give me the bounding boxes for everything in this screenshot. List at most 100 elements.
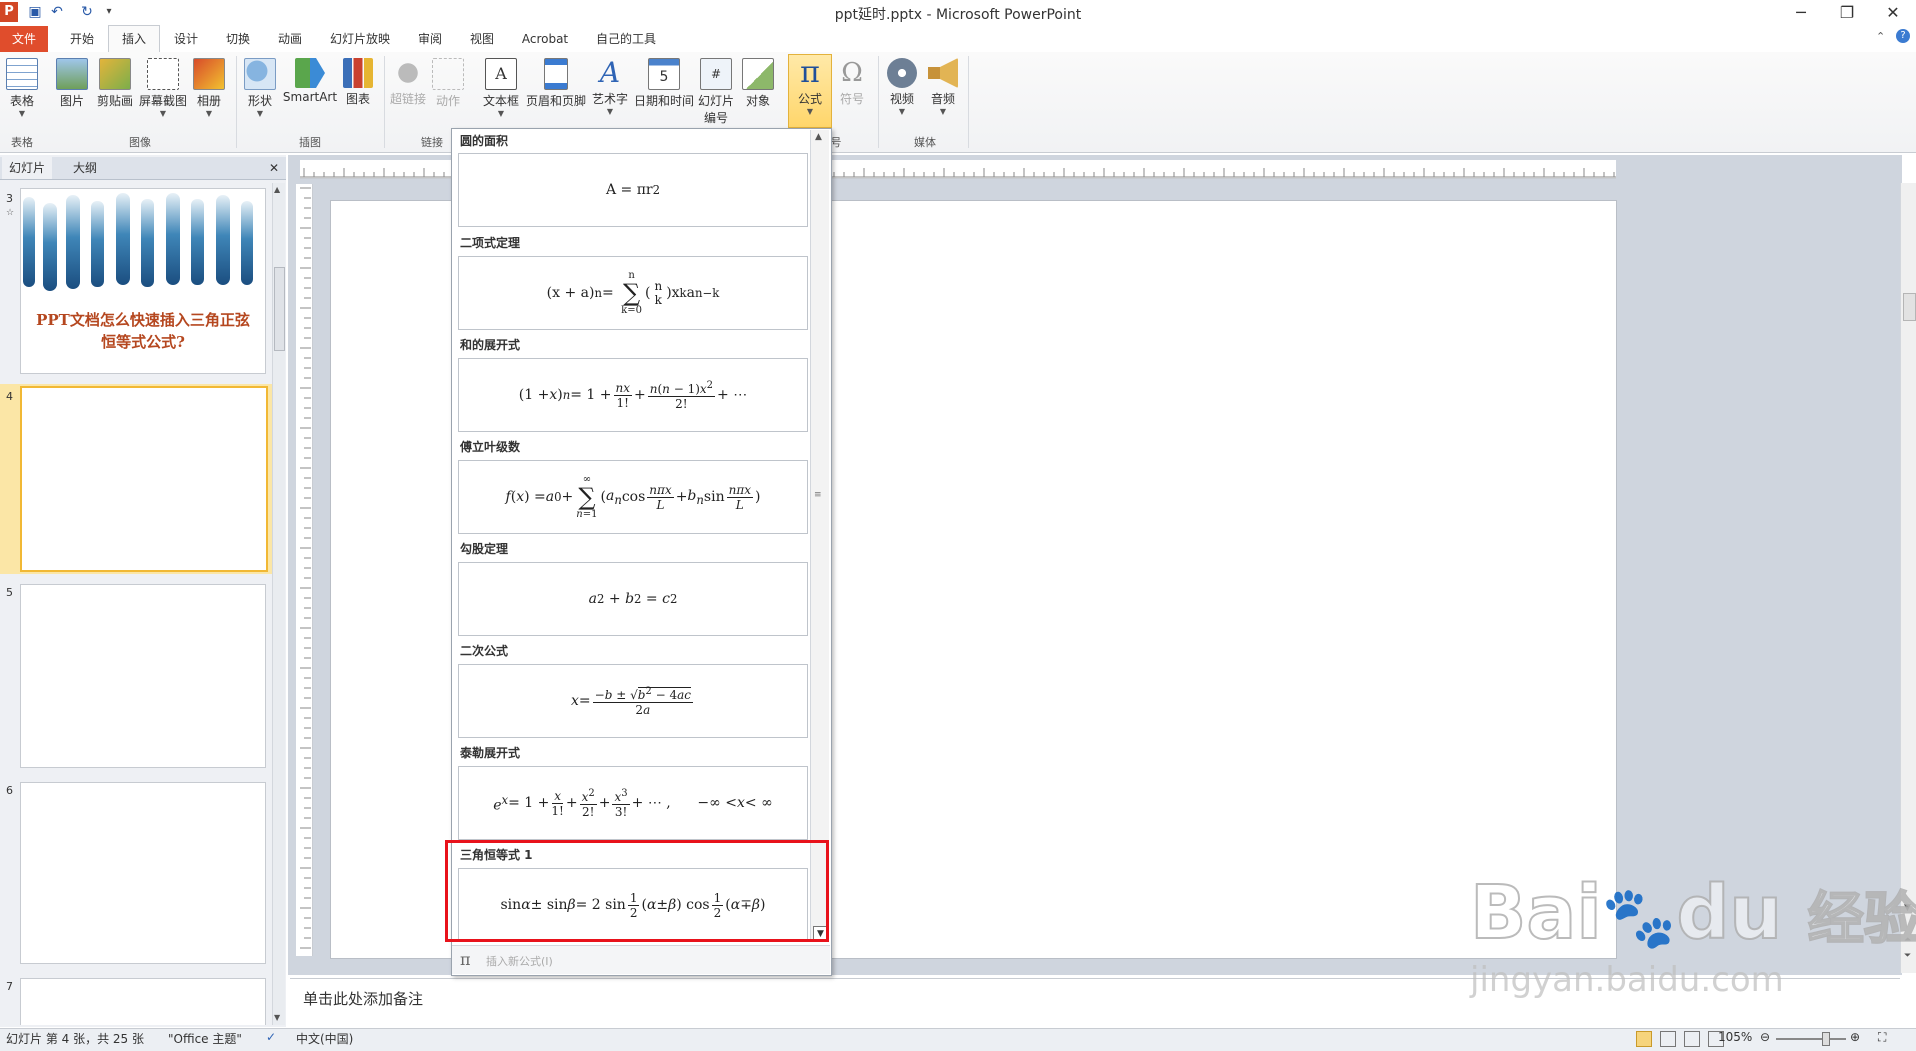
action-icon (432, 58, 464, 90)
video-button[interactable]: 视频 ▼ (884, 58, 920, 116)
tab-view[interactable]: 视图 (458, 26, 506, 52)
chart-button[interactable]: 图表 (342, 58, 374, 107)
restore-button[interactable]: ❐ (1824, 0, 1870, 26)
equation-button[interactable]: π 公式 ▼ (790, 58, 830, 117)
tab-file[interactable]: 文件 (0, 26, 48, 52)
insert-new-equation[interactable]: π 插入新公式(I) (452, 945, 830, 974)
header-footer-button[interactable]: 页眉和页脚 (524, 58, 588, 109)
wordart-button[interactable]: A 艺术字 ▼ (590, 58, 630, 117)
film-reel-icon (887, 58, 917, 88)
zoom-in-icon[interactable]: ⊕ (1850, 1030, 1860, 1044)
slides-panel-tabs: 幻灯片 大纲 ✕ (0, 157, 286, 180)
group-label-illustrations: 插图 (299, 136, 321, 149)
tab-transitions[interactable]: 切换 (214, 26, 262, 52)
watermark-brand-2: du (1675, 869, 1783, 957)
pi-icon: π (460, 950, 471, 969)
equation-header: 和的展开式 (460, 338, 521, 352)
spellcheck-icon[interactable]: ✓ (266, 1030, 276, 1044)
notes-placeholder[interactable]: 单击此处添加备注 (303, 988, 423, 1009)
tab-review[interactable]: 审阅 (406, 26, 454, 52)
scroll-up-icon[interactable]: ▲ (815, 132, 822, 142)
textbox-button[interactable]: A 文本框 ▼ (480, 58, 522, 118)
tab-acrobat[interactable]: Acrobat (512, 26, 578, 52)
slide-number-button[interactable]: # 幻灯片 编号 (696, 58, 736, 126)
zoom-slider[interactable] (1776, 1038, 1846, 1040)
normal-view-icon[interactable] (1636, 1031, 1652, 1047)
group-label-media: 媒体 (914, 136, 936, 149)
scroll-up-icon[interactable]: ▲ (274, 185, 280, 194)
object-button[interactable]: 对象 (742, 58, 774, 109)
tab-slideshow[interactable]: 幻灯片放映 (320, 26, 400, 52)
slide-thumbnail-selected[interactable] (20, 386, 268, 572)
audio-button[interactable]: 音频 ▼ (926, 58, 960, 116)
close-button[interactable]: ✕ (1870, 0, 1916, 26)
zoom-out-icon[interactable]: ⊖ (1760, 1030, 1770, 1044)
tab-animations[interactable]: 动画 (266, 26, 314, 52)
tab-design[interactable]: 设计 (162, 26, 210, 52)
hyperlink-button[interactable]: 超链接 (388, 58, 428, 107)
equation-taylor-expansion[interactable]: ex = 1 + x 1! + x2 2! + x3 3! + ⋯ , −∞ < x < ∞ (458, 766, 808, 840)
clipart-icon (99, 58, 131, 90)
slide-number: 7 (6, 980, 13, 993)
hyperlink-icon (393, 58, 423, 88)
scroll-thumb[interactable] (274, 267, 285, 351)
equation-quadratic-formula[interactable]: x = −b ± √b2 − 4ac 2a (458, 664, 808, 738)
theme-status[interactable]: "Office 主题" (168, 1030, 242, 1047)
equation-label: 公式 (797, 92, 822, 106)
shapes-button[interactable]: 形状 ▼ (244, 58, 276, 118)
thumbnails-scrollbar[interactable]: ▲ ▼ (272, 183, 285, 1025)
slide-number: 4 (6, 390, 13, 403)
slide-thumbnail[interactable] (20, 978, 266, 1025)
collapse-ribbon-icon[interactable]: ⌃ (1876, 30, 1885, 43)
slide-thumbnail[interactable] (20, 584, 266, 768)
equation-fourier-series[interactable]: f(x) = a0 + ∞ ∑ n=1(an cos nπx L + bn sin nπx L) (458, 460, 808, 534)
fit-to-window-icon[interactable]: ⛶ (1878, 1030, 1886, 1045)
tab-slides[interactable]: 幻灯片 (2, 157, 52, 179)
equation-header: 傅立叶级数 (460, 440, 521, 454)
slide-scrollbar[interactable]: ▼ ⏶ ⏷ (1900, 183, 1916, 973)
reading-view-icon[interactable] (1684, 1031, 1700, 1047)
scroll-grip-icon: ≡ (814, 490, 822, 500)
equation-header: 二项式定理 (460, 236, 521, 250)
textbox-label: 文本框 (482, 94, 519, 108)
language-status[interactable]: 中文(中国) (296, 1030, 353, 1047)
group-label-tables: 表格 (11, 136, 33, 149)
zoom-level[interactable]: 105% (1718, 1030, 1752, 1044)
equation-circle-area[interactable]: A = πr 2 (458, 153, 808, 227)
equation-header: 二次公式 (460, 644, 509, 658)
object-label: 对象 (745, 94, 770, 108)
slide-sorter-icon[interactable] (1660, 1031, 1676, 1047)
table-button[interactable]: 表格 ▼ (4, 58, 40, 118)
clipart-button[interactable]: 剪贴画 (94, 58, 136, 109)
textbox-icon: A (485, 58, 517, 90)
tab-my-tools[interactable]: 自己的工具 (586, 26, 666, 52)
equation-expansion-of-sum[interactable]: (1 + x) n = 1 + nx 1! + n(n − 1)x2 2! + ⋯ (458, 358, 808, 432)
action-button[interactable]: 动作 (432, 58, 464, 109)
chevron-down-icon: ▼ (18, 109, 26, 118)
zoom-slider-thumb[interactable] (1822, 1032, 1830, 1046)
tab-insert[interactable]: 插入 (108, 25, 160, 53)
scroll-thumb[interactable] (1903, 293, 1916, 321)
equation-binomial-theorem[interactable]: (x + a) n = n ∑ k=0(n k)x k a n−k (458, 256, 808, 330)
equation-gallery-scrollbar[interactable]: ▲ ≡ ▼ (810, 130, 829, 942)
watermark-brand: Bai🐾du 经验 (1469, 869, 1916, 957)
window-title: ppt延时.pptx - Microsoft PowerPoint (834, 7, 1082, 23)
screenshot-button[interactable]: 屏幕截图 ▼ (136, 58, 190, 118)
slide-thumbnail[interactable]: PPT文档怎么快速插入三角正弦恒等式公式? (20, 188, 266, 374)
smartart-button[interactable]: SmartArt (282, 58, 338, 104)
slide-thumbnail[interactable] (20, 782, 266, 964)
scroll-down-icon[interactable]: ▼ (274, 1013, 280, 1022)
picture-button[interactable]: 图片 (54, 58, 90, 109)
tab-outline[interactable]: 大纲 (60, 157, 110, 179)
datetime-button[interactable]: 5 日期和时间 (632, 58, 696, 109)
tab-home[interactable]: 开始 (58, 26, 106, 52)
close-icon[interactable]: ✕ (264, 157, 284, 179)
wordart-label: 艺术字 (591, 92, 628, 106)
minimize-button[interactable]: ─ (1778, 0, 1824, 26)
shapes-label: 形状 (247, 94, 272, 108)
symbol-button[interactable]: Ω 符号 (836, 58, 868, 107)
album-button[interactable]: 相册 ▼ (192, 58, 226, 118)
help-icon[interactable]: ? (1896, 29, 1910, 43)
equation-pythagorean[interactable]: a2 + b2 = c2 (458, 562, 808, 636)
slide-number: 6 (6, 784, 13, 797)
